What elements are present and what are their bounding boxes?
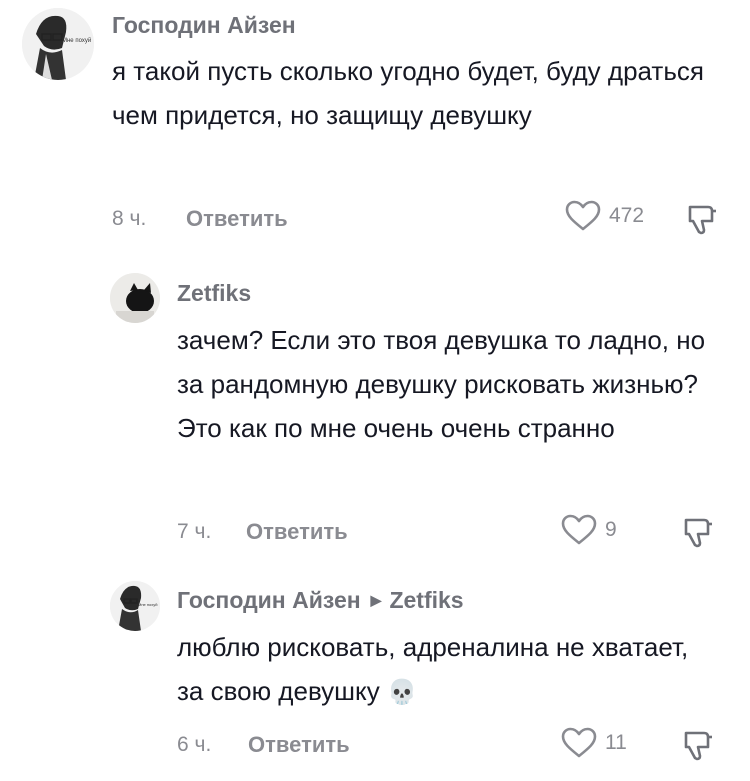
like-count: 9 xyxy=(605,518,617,541)
thumbs-down-icon xyxy=(684,518,712,548)
heart-outline-icon xyxy=(565,200,601,231)
comment-time: 6 ч. xyxy=(177,733,212,756)
dislike-button[interactable] xyxy=(682,729,714,766)
heart-outline-icon xyxy=(561,727,597,758)
comment-author[interactable]: Zetfiks xyxy=(177,280,251,307)
avatar[interactable]: Мне похуй xyxy=(22,8,94,80)
reply-button[interactable]: Ответить xyxy=(248,732,350,758)
dislike-button[interactable] xyxy=(682,516,714,553)
reply-button[interactable]: Ответить xyxy=(186,206,288,232)
like-button[interactable]: 472 xyxy=(565,200,644,232)
heart-outline-icon xyxy=(561,514,597,545)
avatar[interactable]: Мне похуй xyxy=(110,581,160,631)
comment-text: зачем? Если это твоя девушка то ладно, н… xyxy=(177,318,717,450)
comment-author-line: Господин Айзен ▶ Zetfiks xyxy=(177,587,464,614)
comment-text: люблю рисковать, адреналина не хватает, … xyxy=(177,625,697,715)
reply-to-author[interactable]: Zetfiks xyxy=(389,587,463,613)
like-button[interactable]: 9 xyxy=(561,514,617,546)
comment-time: 7 ч. xyxy=(177,520,212,543)
comment-text-content: я такой пусть сколько угодно будет, буду… xyxy=(112,56,704,130)
thumbs-down-icon xyxy=(684,731,712,761)
comment-text-content: люблю рисковать, адреналина не хватает, … xyxy=(177,632,689,706)
avatar-label: Мне похуй xyxy=(138,602,158,607)
thumbs-down-icon xyxy=(688,205,716,235)
avatar[interactable] xyxy=(110,273,160,323)
comment-author[interactable]: Господин Айзен xyxy=(177,587,361,613)
like-button[interactable]: 11 xyxy=(561,727,627,759)
comment-author[interactable]: Господин Айзен xyxy=(112,12,296,39)
avatar-label: Мне похуй xyxy=(62,38,92,44)
like-count: 472 xyxy=(609,204,645,227)
skull-emoji: 💀 xyxy=(386,679,417,706)
like-count: 11 xyxy=(605,731,627,754)
comment-text-content: зачем? Если это твоя девушка то ладно, н… xyxy=(177,325,706,443)
avatar-image xyxy=(22,8,94,80)
comment-text: я такой пусть сколько угодно будет, буду… xyxy=(112,49,722,137)
comment-time: 8 ч. xyxy=(112,207,147,230)
dislike-button[interactable] xyxy=(686,203,718,240)
triangle-right-icon: ▶ xyxy=(370,592,382,608)
reply-button[interactable]: Ответить xyxy=(246,519,348,545)
avatar-image xyxy=(110,273,160,323)
